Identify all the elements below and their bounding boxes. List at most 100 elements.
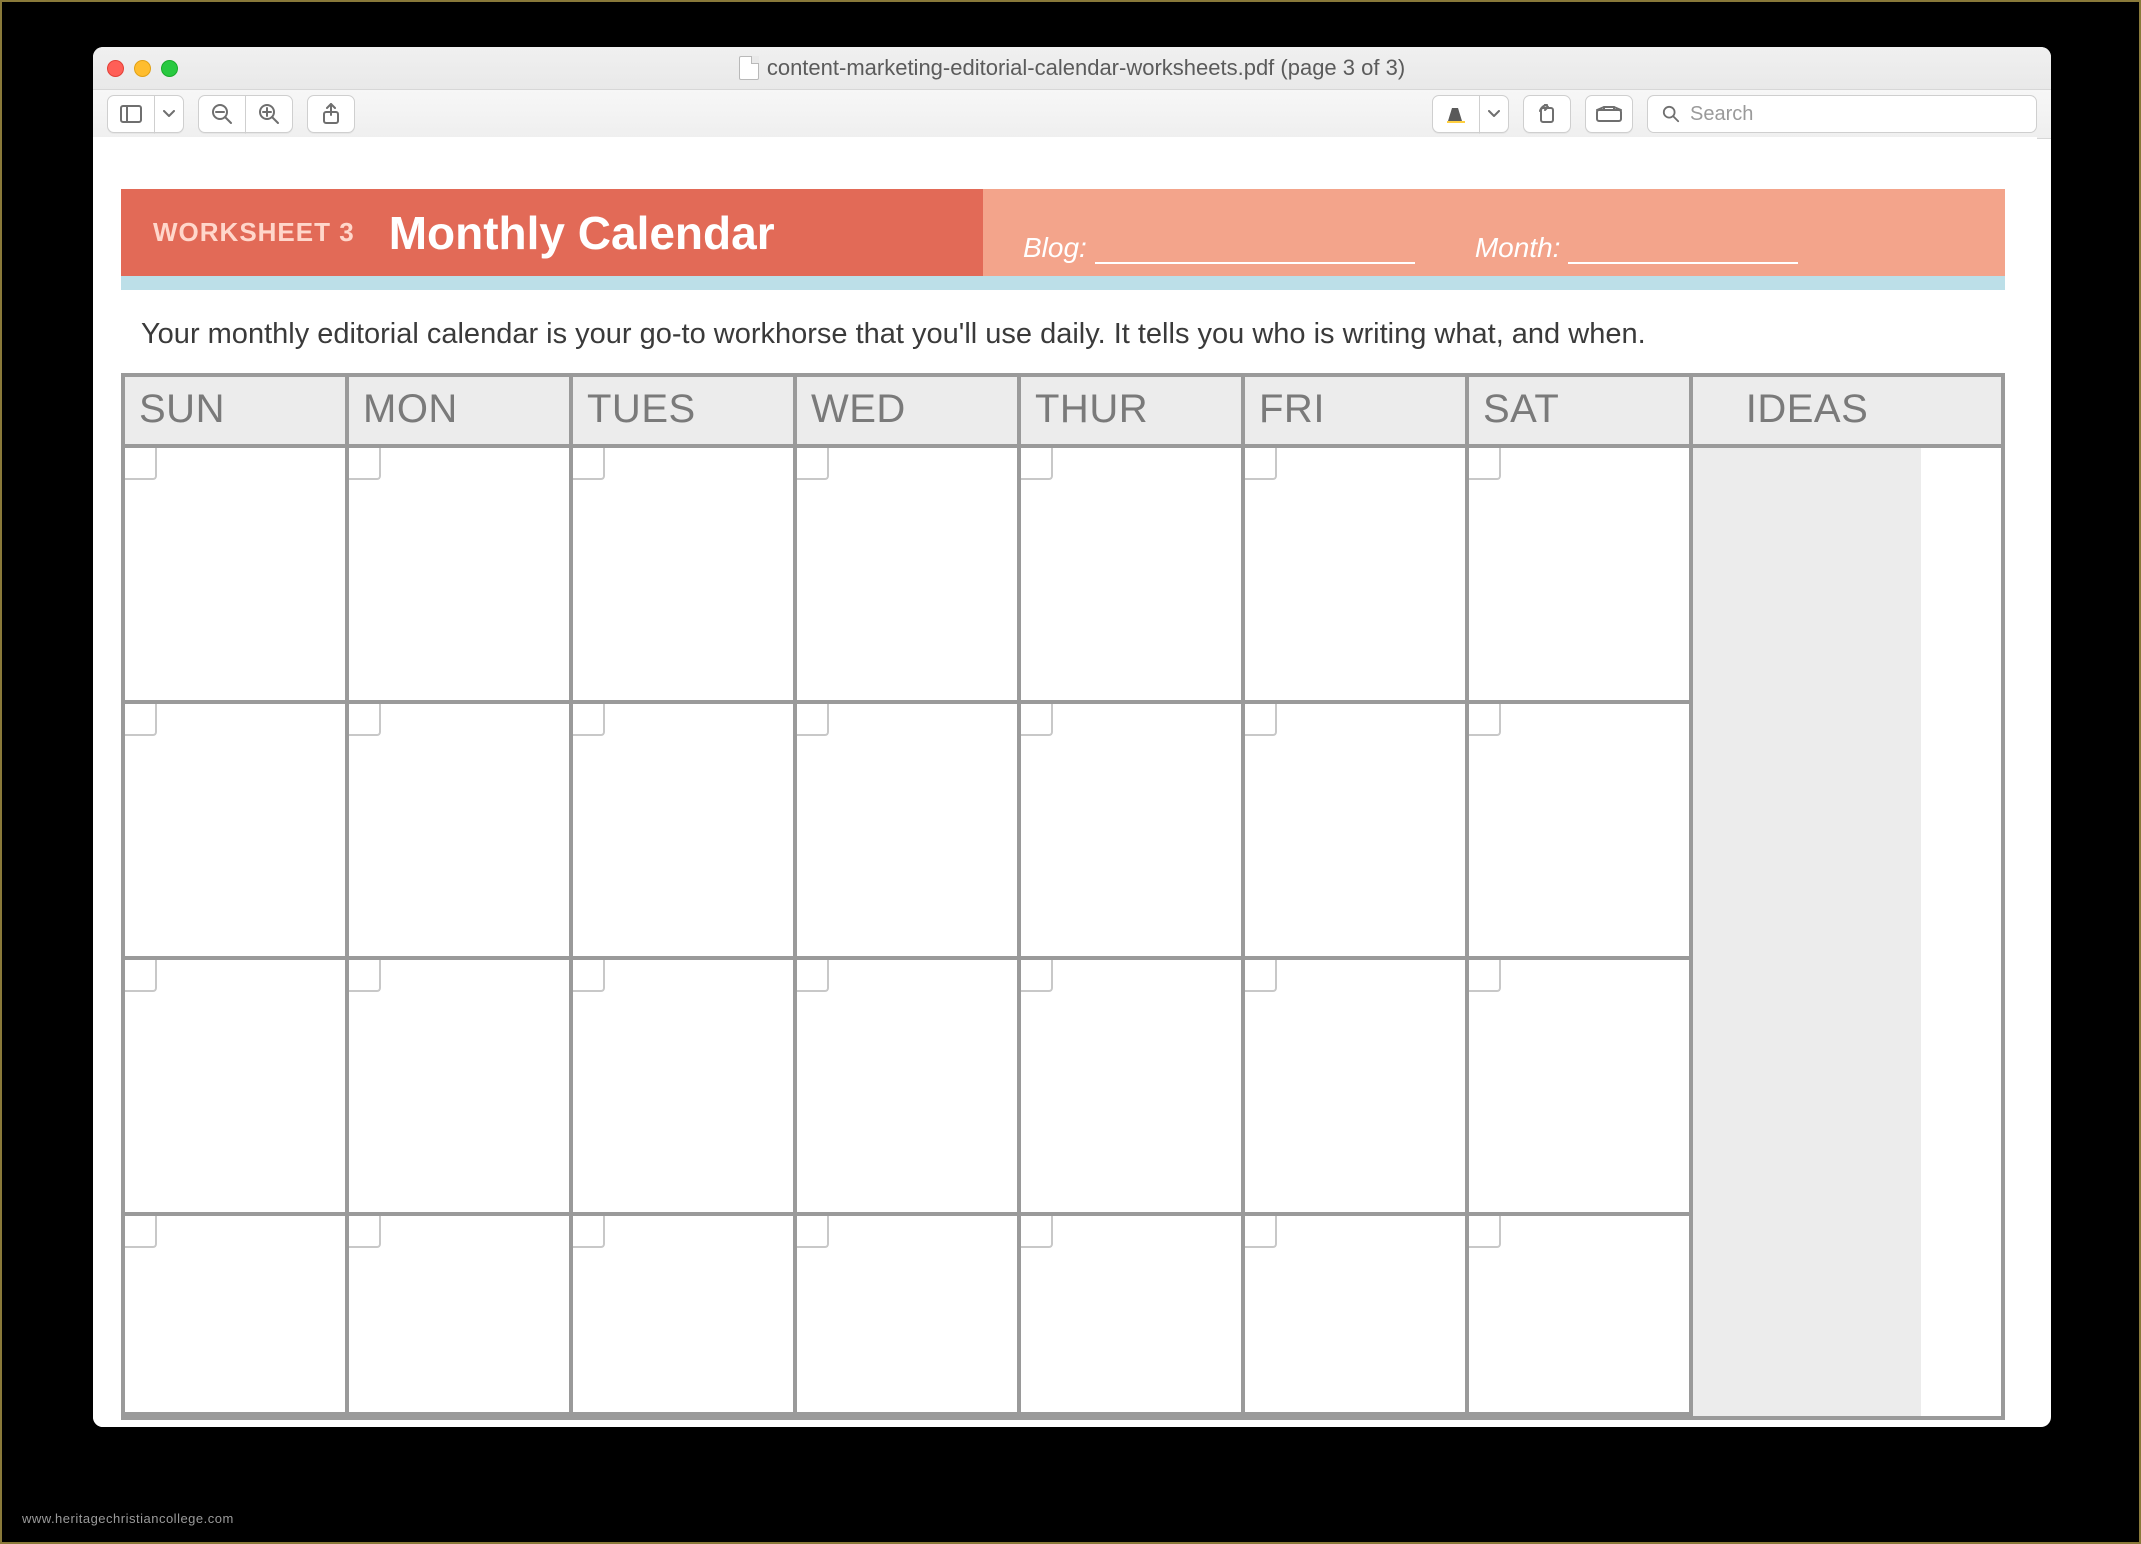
ideas-column (1693, 448, 1921, 1416)
calendar-cell (1245, 1216, 1469, 1416)
date-number-box (1021, 448, 1053, 480)
month-field: Month: (1475, 232, 1799, 264)
document-icon (739, 56, 759, 80)
search-input[interactable]: Search (1647, 95, 2037, 133)
date-number-box (349, 704, 381, 736)
date-number-box (797, 704, 829, 736)
highlight-menu-button[interactable] (1479, 95, 1509, 133)
date-number-box (125, 960, 157, 992)
day-header-mon: MON (349, 377, 573, 444)
calendar-cell (797, 960, 1021, 1216)
calendar-cell (797, 704, 1021, 960)
calendar-cell (349, 1216, 573, 1416)
close-icon[interactable] (107, 60, 124, 77)
calendar-cell (349, 960, 573, 1216)
app-window: content-marketing-editorial-calendar-wor… (93, 47, 2051, 1427)
calendar-row (125, 960, 1693, 1216)
document-viewport[interactable]: WORKSHEET 3 Monthly Calendar Blog: Month… (93, 137, 2037, 1427)
date-number-box (125, 1216, 157, 1248)
worksheet-title: Monthly Calendar (389, 206, 775, 260)
minimize-icon[interactable] (134, 60, 151, 77)
date-number-box (573, 704, 605, 736)
date-number-box (1469, 448, 1501, 480)
date-number-box (1469, 1216, 1501, 1248)
blog-field: Blog: (1023, 232, 1415, 264)
pdf-page: WORKSHEET 3 Monthly Calendar Blog: Month… (121, 189, 2005, 1420)
calendar-cell (1469, 448, 1693, 704)
calendar-cell (573, 448, 797, 704)
zoom-out-button[interactable] (198, 95, 246, 133)
date-number-box (573, 448, 605, 480)
search-icon (1662, 105, 1680, 123)
calendar-cell (1021, 960, 1245, 1216)
zoom-icon[interactable] (161, 60, 178, 77)
calendar-row (125, 704, 1693, 960)
search-placeholder: Search (1690, 103, 1753, 126)
sidebar-menu-button[interactable] (154, 95, 184, 133)
calendar-cell (573, 704, 797, 960)
calendar-cell (1469, 704, 1693, 960)
date-number-box (1245, 704, 1277, 736)
calendar-cell (1245, 448, 1469, 704)
calendar: SUN MON TUES WED THUR FRI SAT IDEAS (121, 373, 2005, 1420)
calendar-cell (797, 448, 1021, 704)
calendar-row (125, 1216, 1693, 1416)
calendar-cell (125, 1216, 349, 1416)
intro-text: Your monthly editorial calendar is your … (141, 318, 2005, 351)
ideas-header: IDEAS (1693, 377, 1921, 444)
calendar-cell (1245, 704, 1469, 960)
calendar-cell (573, 1216, 797, 1416)
blog-label: Blog: (1023, 232, 1087, 264)
calendar-cell (1469, 1216, 1693, 1416)
date-number-box (797, 448, 829, 480)
calendar-cell (125, 960, 349, 1216)
calendar-cell (573, 960, 797, 1216)
markup-toolbar-button[interactable] (1585, 95, 1633, 133)
accent-bar (121, 276, 2005, 290)
date-number-box (573, 960, 605, 992)
calendar-cell (1021, 1216, 1245, 1416)
calendar-grid (125, 448, 1693, 1416)
date-number-box (1021, 704, 1053, 736)
date-number-box (1469, 960, 1501, 992)
calendar-cell (1021, 448, 1245, 704)
highlight-button[interactable] (1432, 95, 1480, 133)
calendar-cell (349, 704, 573, 960)
date-number-box (1245, 448, 1277, 480)
calendar-cell (1021, 704, 1245, 960)
watermark: www.heritagechristiancollege.com (22, 1511, 234, 1526)
titlebar: content-marketing-editorial-calendar-wor… (93, 47, 2051, 90)
rotate-button[interactable] (1523, 95, 1571, 133)
calendar-cell (1245, 960, 1469, 1216)
calendar-cell (125, 448, 349, 704)
date-number-box (125, 448, 157, 480)
day-header-tue: TUES (573, 377, 797, 444)
date-number-box (1245, 960, 1277, 992)
calendar-header-row: SUN MON TUES WED THUR FRI SAT IDEAS (125, 377, 2001, 448)
month-label: Month: (1475, 232, 1561, 264)
zoom-group (198, 95, 293, 133)
date-number-box (797, 960, 829, 992)
date-number-box (349, 960, 381, 992)
window-title: content-marketing-editorial-calendar-wor… (767, 55, 1405, 81)
calendar-cell (797, 1216, 1021, 1416)
share-button[interactable] (307, 95, 355, 133)
date-number-box (125, 704, 157, 736)
date-number-box (797, 1216, 829, 1248)
date-number-box (1245, 1216, 1277, 1248)
calendar-cell (1469, 960, 1693, 1216)
worksheet-banner: WORKSHEET 3 Monthly Calendar Blog: Month… (121, 189, 2005, 276)
day-header-sun: SUN (125, 377, 349, 444)
calendar-cell (349, 448, 573, 704)
day-header-thu: THUR (1021, 377, 1245, 444)
sidebar-toggle-button[interactable] (107, 95, 155, 133)
zoom-in-button[interactable] (245, 95, 293, 133)
date-number-box (573, 1216, 605, 1248)
date-number-box (1021, 960, 1053, 992)
sidebar-toggle-group (107, 95, 184, 133)
date-number-box (1469, 704, 1501, 736)
toolbar: Search (93, 90, 2051, 139)
date-number-box (1021, 1216, 1053, 1248)
day-header-wed: WED (797, 377, 1021, 444)
day-header-sat: SAT (1469, 377, 1693, 444)
